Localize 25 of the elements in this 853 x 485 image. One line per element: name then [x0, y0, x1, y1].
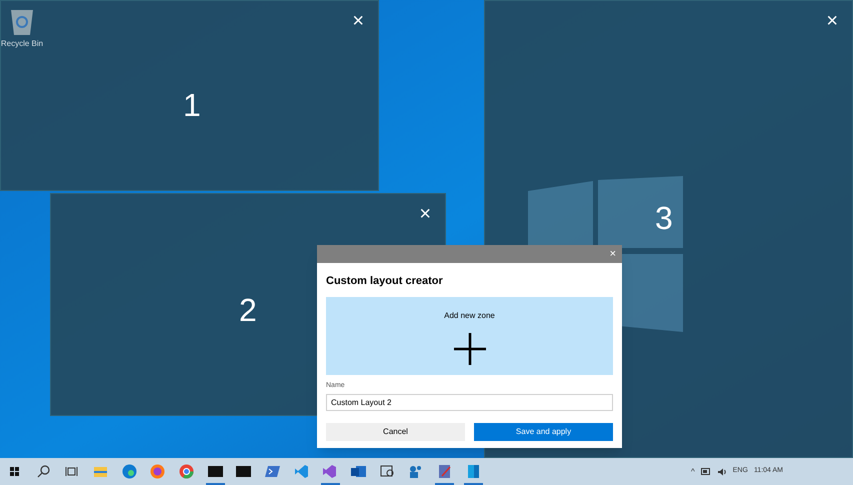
- zone-number: 3: [655, 199, 673, 238]
- zone-number: 2: [239, 291, 257, 330]
- running-indicator: [464, 483, 483, 485]
- running-indicator: [435, 483, 454, 485]
- drawing-app-icon: [436, 463, 454, 480]
- close-button[interactable]: ×: [352, 11, 364, 31]
- terminal-icon: [235, 463, 252, 480]
- add-zone-button[interactable]: Add new zone: [326, 296, 613, 374]
- speaker-icon[interactable]: [716, 468, 727, 476]
- name-field[interactable]: Custom Layout 2: [326, 394, 613, 411]
- prompt-icon: [264, 463, 282, 480]
- close-button[interactable]: ×: [610, 248, 616, 260]
- desktop-icon-label[interactable]: Recycle Bin: [0, 38, 44, 50]
- battery-icon[interactable]: [700, 468, 711, 475]
- dialog-title: Custom layout creator: [326, 274, 444, 289]
- running-indicator: [320, 483, 340, 485]
- running-indicator: [206, 483, 225, 485]
- show-hidden-icons-button[interactable]: ^: [691, 466, 695, 478]
- terminal-icon: [206, 463, 224, 480]
- dialog-button[interactable]: Cancel: [326, 423, 465, 441]
- dialog-button[interactable]: Save and apply: [474, 423, 613, 441]
- close-button[interactable]: ×: [826, 11, 838, 31]
- close-button[interactable]: ×: [419, 204, 431, 224]
- zone-number: 1: [183, 86, 201, 125]
- round-logo-icon: [178, 463, 195, 480]
